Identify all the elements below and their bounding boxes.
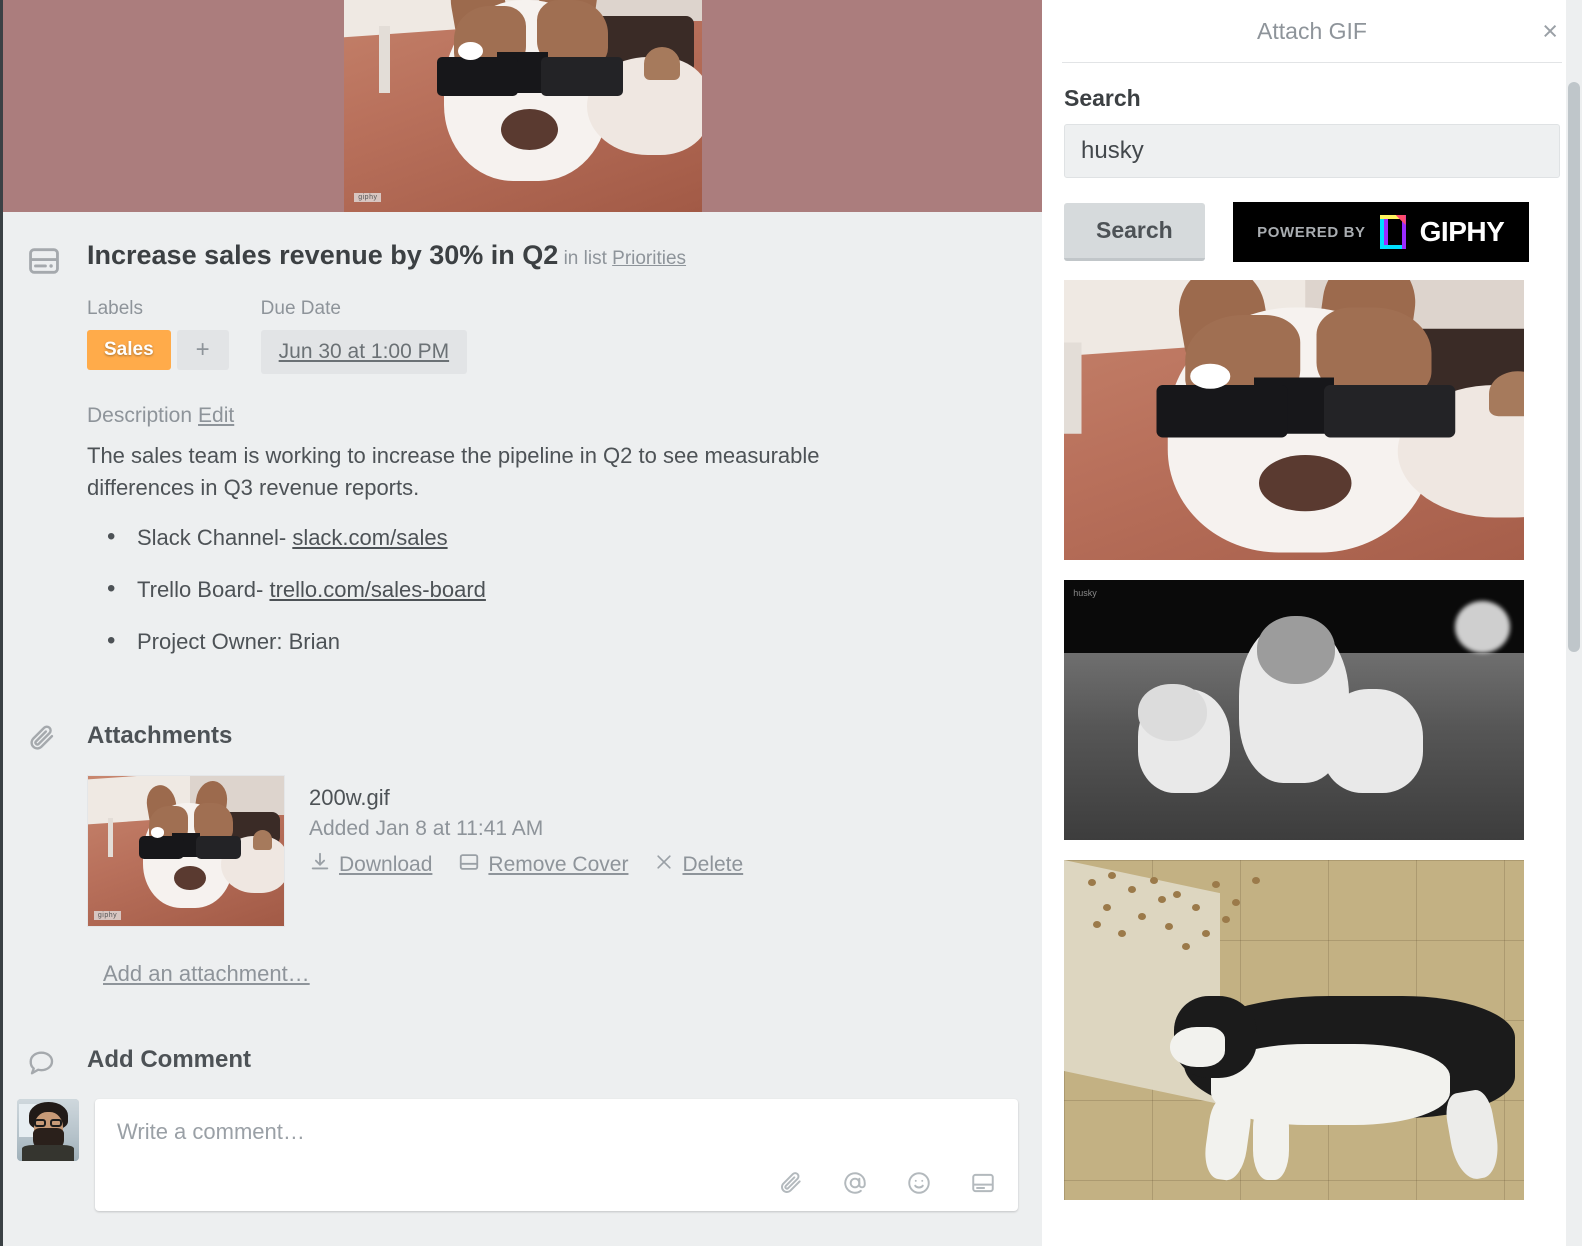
description-text: The sales team is working to increase th…	[87, 443, 820, 500]
scrollbar-track[interactable]	[1566, 0, 1582, 1246]
list-item: Slack Channel- slack.com/sales	[101, 520, 1018, 555]
paperclip-icon[interactable]	[778, 1170, 804, 1201]
search-input[interactable]	[1064, 124, 1560, 178]
download-icon	[309, 851, 331, 879]
card-cover[interactable]: giphy	[3, 0, 1042, 212]
delete-label: Delete	[682, 853, 744, 877]
card-title-row: Increase sales revenue by 30% in Q2 in l…	[3, 240, 1042, 278]
card-icon	[27, 240, 87, 278]
description-list: Slack Channel- slack.com/sales Trello Bo…	[101, 520, 1018, 659]
powered-by-text: POWERED BY	[1257, 223, 1366, 241]
gif-result-item[interactable]	[1064, 860, 1524, 1200]
attachment-filename: 200w.gif	[309, 785, 390, 811]
mention-icon[interactable]	[842, 1170, 868, 1201]
list-item-text: Slack Channel-	[137, 524, 293, 550]
remove-cover-label: Remove Cover	[488, 853, 629, 877]
download-action[interactable]: Download	[309, 851, 432, 879]
due-date-heading: Due Date	[260, 298, 341, 319]
list-item: Trello Board- trello.com/sales-board	[101, 572, 1018, 607]
close-icon	[654, 852, 674, 878]
description-heading: Description Edit	[87, 404, 1018, 428]
description-block: Description Edit The sales team is workin…	[3, 374, 1042, 659]
gif-result-item[interactable]: giphy	[1064, 280, 1524, 560]
list-link[interactable]: Priorities	[612, 248, 686, 269]
slack-link[interactable]: slack.com/sales	[292, 525, 447, 550]
gif-panel-header: Attach GIF ×	[1042, 0, 1582, 62]
attachment-added-date: Added Jan 8 at 11:41 AM	[309, 817, 544, 841]
labels-block: Labels Sales +	[87, 298, 229, 374]
add-attachment-link[interactable]: Add an attachment…	[3, 927, 310, 987]
card-detail-pane: giphy Increase sales revenue by 30% in Q…	[0, 0, 1042, 1246]
card-title-text: Increase sales revenue by 30% in Q2	[87, 240, 559, 270]
card-icon[interactable]	[970, 1170, 996, 1201]
comment-input[interactable]: Write a comment…	[95, 1099, 1018, 1212]
attachment-thumbnail[interactable]: giphy	[87, 775, 285, 928]
description-edit-link[interactable]: Edit	[198, 404, 234, 427]
labels-heading: Labels	[87, 298, 143, 319]
add-comment-title: Add Comment	[87, 1046, 251, 1074]
delete-action[interactable]: Delete	[654, 852, 743, 878]
search-button[interactable]: Search	[1064, 203, 1205, 261]
attachment-actions: Download Remove Cover Delete	[309, 851, 743, 879]
gif-results-list: giphy husky	[1042, 262, 1582, 1200]
list-item: Project Owner: Brian	[101, 624, 1018, 659]
comment-placeholder: Write a comment…	[117, 1119, 305, 1145]
due-date-block: Due Date Jun 30 at 1:00 PM	[260, 298, 468, 374]
due-date-button[interactable]: Jun 30 at 1:00 PM	[260, 330, 468, 374]
comment-composer: Write a comment…	[3, 1077, 1042, 1212]
in-list-prefix: in list	[563, 248, 607, 269]
giphy-mark-icon	[1379, 215, 1406, 249]
gif-panel-title: Attach GIF	[1257, 18, 1367, 44]
attachment-meta: 200w.gif Added Jan 8 at 11:41 AM Downloa…	[309, 775, 743, 927]
list-item-text: Project Owner: Brian	[137, 628, 340, 654]
list-item-text: Trello Board-	[137, 576, 270, 602]
download-label: Download	[339, 853, 433, 877]
card-body: Increase sales revenue by 30% in Q2 in l…	[3, 212, 1042, 1212]
card-meta-row: Labels Sales + Due Date Jun 30 at 1:00 P…	[3, 278, 1042, 374]
attachments-header: Attachments	[3, 677, 1042, 753]
giphy-wordmark: GIPHY	[1419, 216, 1505, 247]
trello-link[interactable]: trello.com/sales-board	[269, 577, 485, 602]
comment-toolbar	[778, 1170, 996, 1201]
close-icon[interactable]: ×	[1542, 18, 1558, 45]
emoji-icon[interactable]	[906, 1170, 932, 1201]
search-heading: Search	[1064, 85, 1141, 111]
search-row: Search POWERED BY GIPHY	[1064, 202, 1560, 262]
gif-search-section: Search Search POWERED BY GIPHY	[1042, 63, 1582, 262]
avatar[interactable]	[17, 1099, 79, 1162]
add-label-button[interactable]: +	[176, 330, 229, 370]
add-comment-header: Add Comment	[3, 987, 1042, 1077]
cover-image: giphy	[343, 0, 702, 212]
label-chip-sales[interactable]: Sales	[87, 330, 171, 370]
paperclip-icon	[27, 719, 87, 753]
card-cover-icon	[458, 851, 480, 879]
comment-icon	[27, 1043, 87, 1077]
app-root: giphy Increase sales revenue by 30% in Q…	[0, 0, 1582, 1246]
attach-gif-panel: Attach GIF × Search Search POWERED BY GI…	[1042, 0, 1582, 1246]
remove-cover-action[interactable]: Remove Cover	[458, 851, 628, 879]
page-title: Increase sales revenue by 30% in Q2 in l…	[87, 240, 686, 271]
due-date-value: Jun 30 at 1:00 PM	[278, 340, 450, 363]
attachments-title: Attachments	[87, 722, 233, 750]
attachment-row: giphy 200w.gif Added Jan 8 at 11:41 AM D…	[3, 753, 1042, 928]
gif-result-item[interactable]: husky	[1064, 580, 1524, 840]
scrollbar-thumb[interactable]	[1568, 82, 1580, 652]
description-label: Description	[87, 404, 193, 427]
powered-by-giphy-logo: POWERED BY GIPHY	[1232, 202, 1529, 262]
